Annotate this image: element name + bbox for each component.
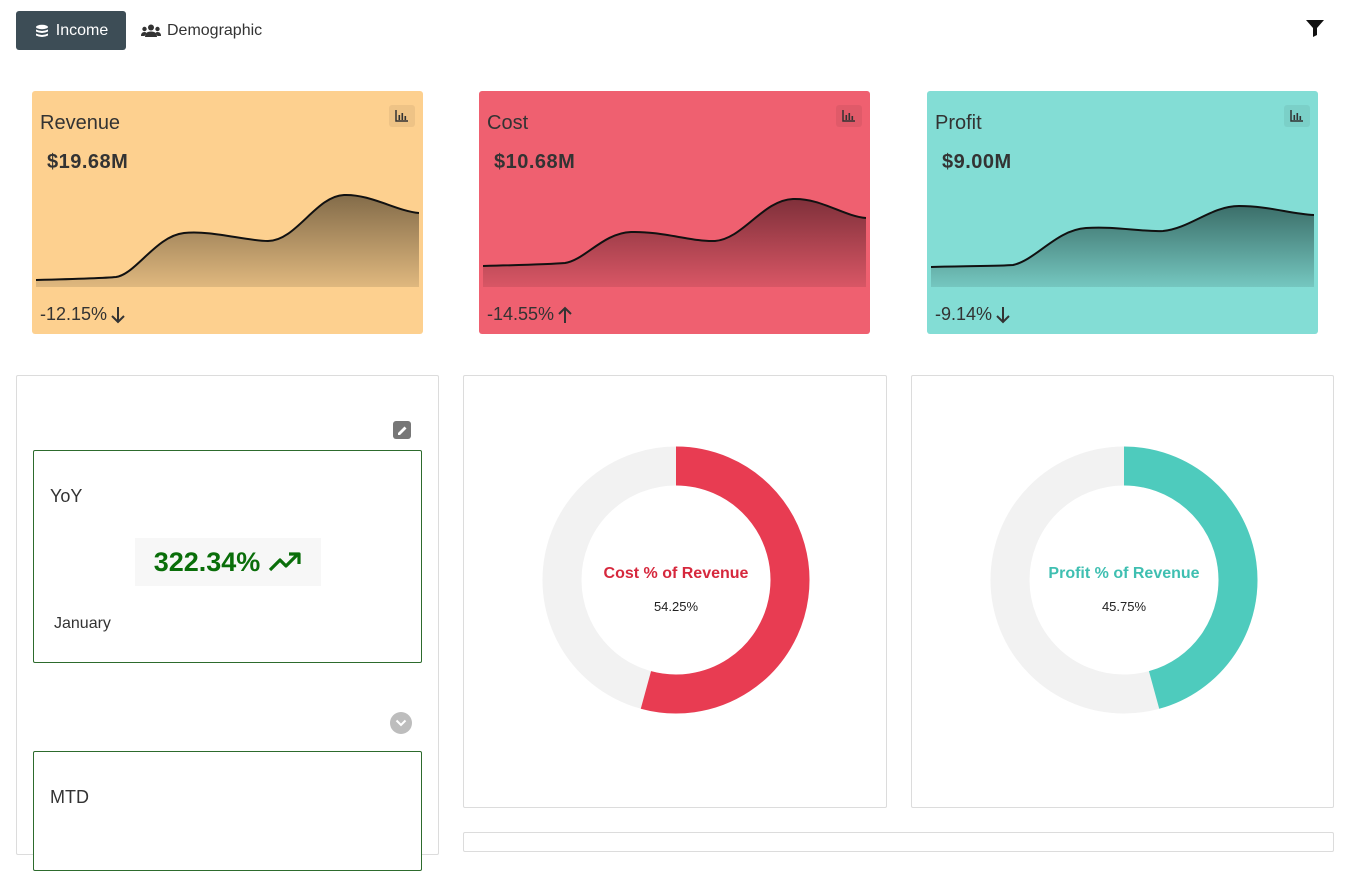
bottom-panel (463, 832, 1334, 852)
bar-chart-icon (842, 110, 855, 122)
filter-icon[interactable] (1305, 18, 1325, 38)
kpi-value: $19.68M (47, 151, 129, 173)
kpi-change-value: -12.15% (40, 304, 108, 324)
kpi-value: $10.68M (494, 151, 576, 173)
donut-percent: 45.75% (1101, 599, 1147, 614)
kpi-change: -14.55% (487, 304, 572, 325)
yoy-value: 322.34% (153, 546, 261, 577)
sparkline-chart (36, 193, 419, 287)
sparkline-chart (483, 197, 866, 287)
chart-toggle-button[interactable] (1284, 105, 1310, 127)
bar-chart-icon (395, 110, 408, 122)
yoy-label: YoY (50, 486, 83, 506)
mtd-card: MTD (33, 751, 422, 871)
kpi-card-cost: Cost $10.68M -14.55% (479, 91, 870, 334)
arrow-down-icon (996, 306, 1010, 323)
yoy-card: YoY 322.34% January (33, 450, 422, 663)
kpi-value: $9.00M (942, 151, 1012, 173)
tab-demographic-label: Demographic (167, 21, 263, 39)
coins-icon (35, 24, 48, 37)
chart-toggle-button[interactable] (389, 105, 415, 127)
pencil-icon (397, 426, 406, 435)
donut-percent: 54.25% (653, 599, 699, 614)
users-icon (141, 24, 161, 37)
bar-chart-icon (1290, 110, 1303, 122)
kpi-title: Cost (487, 112, 529, 134)
tab-income[interactable]: Income (16, 11, 126, 50)
yoy-value-box: 322.34% (135, 538, 321, 586)
chevron-down-icon (395, 719, 407, 727)
kpi-change: -12.15% (40, 304, 125, 325)
period-label: January (54, 615, 111, 632)
expand-button[interactable] (390, 712, 412, 734)
chart-toggle-button[interactable] (836, 105, 862, 127)
trending-up-icon (269, 552, 301, 572)
sparkline-chart (931, 204, 1314, 287)
donut-title: Profit % of Revenue (1048, 565, 1200, 582)
mtd-label: MTD (50, 787, 89, 807)
kpi-change: -9.14% (935, 304, 1010, 325)
kpi-title: Revenue (40, 112, 121, 134)
tab-income-label: Income (55, 21, 109, 39)
kpi-title: Profit (935, 112, 982, 134)
kpi-card-revenue: Revenue $19.68M -12.15% (32, 91, 423, 334)
kpi-card-profit: Profit $9.00M -9.14% (927, 91, 1318, 334)
arrow-up-icon (558, 306, 572, 323)
donut-title: Cost % of Revenue (603, 565, 749, 582)
arrow-down-icon (111, 306, 125, 323)
edit-button[interactable] (393, 421, 411, 439)
kpi-change-value: -9.14% (935, 304, 993, 324)
tab-demographic[interactable]: Demographic (141, 11, 262, 50)
kpi-change-value: -14.55% (487, 304, 555, 324)
